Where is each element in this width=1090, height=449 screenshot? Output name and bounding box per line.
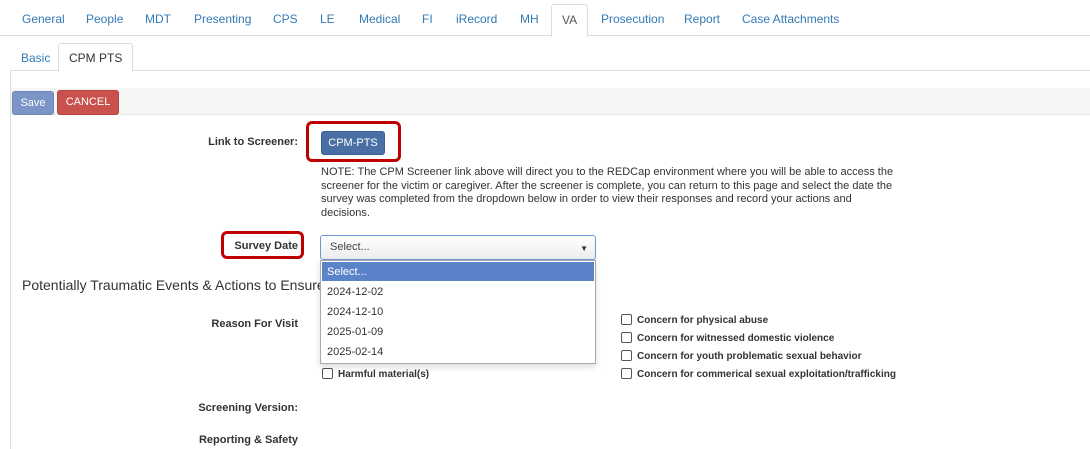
tab-presenting[interactable]: Presenting [194,12,251,26]
callout-survey-date [221,231,304,259]
survey-date-selected-value: Select... [330,241,370,253]
checkbox-commercial-sexual-exploitation[interactable] [621,368,632,379]
survey-date-dropdown: Select... 2024-12-02 2024-12-10 2025-01-… [320,260,596,364]
checkbox-harmful-materials[interactable] [322,368,333,379]
save-button[interactable]: Save [12,91,54,115]
caret-down-icon: ▼ [580,244,588,253]
tab-fi[interactable]: FI [422,12,433,26]
survey-date-option[interactable]: Select... [322,262,594,281]
tab-le[interactable]: LE [320,12,335,26]
tab-people[interactable]: People [86,12,123,26]
subtab-basic[interactable]: Basic [21,51,50,65]
tab-mh[interactable]: MH [520,12,539,26]
survey-date-option[interactable]: 2025-01-09 [322,322,594,341]
action-toolbar [11,88,1090,115]
checkbox-youth-problematic-sexual-behavior[interactable] [621,350,632,361]
checkbox-label-commercial-sexual-exploitation: Concern for commerical sexual exploitati… [637,369,896,380]
callout-cpm-button [306,121,401,162]
tab-medical[interactable]: Medical [359,12,400,26]
checkbox-label-witnessed-domestic-violence: Concern for witnessed domestic violence [637,333,835,344]
tab-irecord[interactable]: iRecord [456,12,497,26]
tab-prosecution[interactable]: Prosecution [601,12,664,26]
screening-version-label: Screening Version: [198,402,298,414]
reporting-safety-label: Reporting & Safety [198,434,298,446]
cancel-button[interactable]: CANCEL [57,90,119,115]
subtab-cpm-pts[interactable]: CPM PTS [58,43,134,72]
tab-va[interactable]: VA [551,4,589,37]
tab-mdt[interactable]: MDT [145,12,171,26]
checkbox-label-harmful-materials: Harmful material(s) [338,369,430,380]
checkbox-physical-abuse[interactable] [621,314,632,325]
checkbox-witnessed-domestic-violence[interactable] [621,332,632,343]
screener-note: NOTE: The CPM Screener link above will d… [321,166,894,219]
survey-date-select[interactable]: Select... ▼ [320,235,596,260]
top-tab-bar: General People MDT Presenting CPS LE Med… [0,0,1090,37]
section-title: Potentially Traumatic Events & Actions t… [22,277,338,293]
sub-tab-bar: Basic CPM PTS [10,43,1090,72]
reason-for-visit-label: Reason For Visit [211,318,298,330]
checkbox-label-youth-problematic-sexual-behavior: Concern for youth problematic sexual beh… [637,351,862,362]
tab-general[interactable]: General [22,12,65,26]
survey-date-option[interactable]: 2025-02-14 [322,342,594,361]
survey-date-option[interactable]: 2024-12-02 [322,282,594,301]
link-to-screener-label: Link to Screener: [208,136,298,148]
tab-report[interactable]: Report [684,12,720,26]
tab-cps[interactable]: CPS [273,12,298,26]
tab-case-attachments[interactable]: Case Attachments [742,12,839,26]
survey-date-option[interactable]: 2024-12-10 [322,302,594,321]
checkbox-label-physical-abuse: Concern for physical abuse [637,315,769,326]
